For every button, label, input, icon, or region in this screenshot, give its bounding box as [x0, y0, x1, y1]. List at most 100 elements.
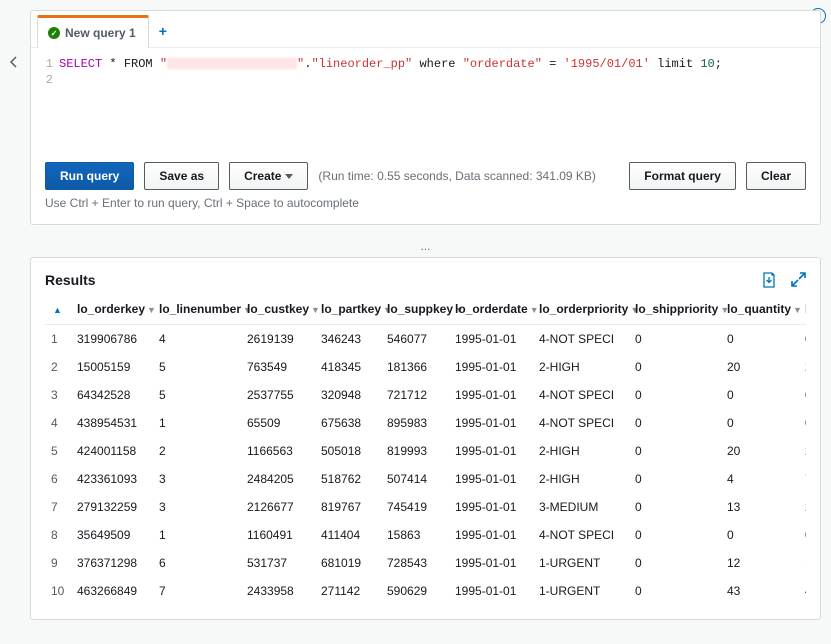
cell: 505018 — [315, 437, 381, 465]
cell: 1-URGENT — [533, 577, 629, 605]
cell: 0 — [629, 465, 721, 493]
col-lo_shippriority[interactable]: lo_shippriority▼ — [629, 294, 721, 325]
cell: 546077 — [381, 325, 449, 354]
cell: 11 — [799, 549, 806, 577]
cell: 0 — [799, 521, 806, 549]
tab-bar: ✓ New query 1 + — [31, 11, 820, 48]
cell: 0 — [721, 409, 799, 437]
cell: 4-NOT SPECI — [533, 521, 629, 549]
cell: 4-NOT SPECI — [533, 325, 629, 354]
cell: 411404 — [315, 521, 381, 549]
cell: 2433958 — [241, 577, 315, 605]
create-dropdown-button[interactable]: Create — [229, 162, 308, 190]
cell: 2-HIGH — [533, 353, 629, 381]
run-query-button[interactable]: Run query — [45, 162, 134, 190]
expand-icon[interactable] — [791, 272, 806, 288]
cell: 1995-01-01 — [449, 381, 533, 409]
cell: 0 — [799, 409, 806, 437]
cell: 418345 — [315, 353, 381, 381]
panel-resize-handle[interactable]: ... — [30, 239, 821, 257]
col-index[interactable]: ▲ — [45, 294, 71, 325]
cell: 0 — [629, 325, 721, 354]
table-row: 21500515957635494183451813661995-01-012-… — [45, 353, 806, 381]
table-row: 5424001158211665635050188199931995-01-01… — [45, 437, 806, 465]
check-circle-icon: ✓ — [48, 27, 60, 39]
cell: 3 — [153, 465, 241, 493]
cell: 7 — [45, 493, 71, 521]
cell: 25 — [799, 353, 806, 381]
cell: 1 — [45, 325, 71, 354]
cell: 20 — [721, 353, 799, 381]
cell: 13 — [721, 493, 799, 521]
col-lo_partkey[interactable]: lo_partkey▼ — [315, 294, 381, 325]
add-tab-button[interactable]: + — [149, 15, 177, 47]
col-lo_orderpriority[interactable]: lo_orderpriority▼ — [533, 294, 629, 325]
save-as-button[interactable]: Save as — [144, 162, 219, 190]
cell: 1995-01-01 — [449, 549, 533, 577]
cell: 2126677 — [241, 493, 315, 521]
col-lo_custkey[interactable]: lo_custkey▼ — [241, 294, 315, 325]
cell: 43 — [721, 577, 799, 605]
col-lo[interactable]: lo▼ — [799, 294, 806, 325]
cell: 9 — [45, 549, 71, 577]
query-editor-panel: ✓ New query 1 + 12 SELECT * FROM ""."lin… — [30, 10, 821, 225]
cell: 5 — [45, 437, 71, 465]
cell: 15005159 — [71, 353, 153, 381]
cell: 438954531 — [71, 409, 153, 437]
cell: 4 — [45, 409, 71, 437]
sort-icon: ▲ — [53, 305, 62, 315]
cell: 4-NOT SPECI — [533, 409, 629, 437]
run-stats: (Run time: 0.55 seconds, Data scanned: 3… — [318, 169, 596, 183]
cell: 10 — [45, 577, 71, 605]
cell: 2484205 — [241, 465, 315, 493]
redacted-schema — [167, 58, 297, 69]
results-title: Results — [45, 272, 96, 288]
cell: 320948 — [315, 381, 381, 409]
col-lo_orderdate[interactable]: lo_orderdate▼ — [449, 294, 533, 325]
cell: 1995-01-01 — [449, 437, 533, 465]
cell: 675638 — [315, 409, 381, 437]
sql-code[interactable]: SELECT * FROM ""."lineorder_pp" where "o… — [59, 54, 812, 148]
cell: 1995-01-01 — [449, 521, 533, 549]
cell: 1995-01-01 — [449, 465, 533, 493]
col-lo_suppkey[interactable]: lo_suppkey▼ — [381, 294, 449, 325]
query-tab-1[interactable]: ✓ New query 1 — [37, 15, 149, 48]
cell: 590629 — [381, 577, 449, 605]
cell: 1995-01-01 — [449, 493, 533, 521]
cell: 279132259 — [71, 493, 153, 521]
clear-button[interactable]: Clear — [746, 162, 806, 190]
col-lo_linenumber[interactable]: lo_linenumber▼ — [153, 294, 241, 325]
col-lo_orderkey[interactable]: lo_orderkey▼ — [71, 294, 153, 325]
col-lo_quantity[interactable]: lo_quantity▼ — [721, 294, 799, 325]
cell: 2 — [45, 353, 71, 381]
cell: 3-MEDIUM — [533, 493, 629, 521]
cell: 8 — [45, 521, 71, 549]
cell: 181366 — [381, 353, 449, 381]
results-panel: Results ▲ lo_orderkey▼lo_linenumber▼lo_cu… — [30, 257, 821, 620]
cell: 0 — [629, 577, 721, 605]
sql-editor[interactable]: 12 SELECT * FROM ""."lineorder_pp" where… — [31, 48, 820, 148]
table-row: 44389545311655096756388959831995-01-014-… — [45, 409, 806, 437]
chevron-down-icon — [285, 174, 293, 179]
cell: 2 — [153, 437, 241, 465]
cell: 0 — [629, 409, 721, 437]
cell: 1166563 — [241, 437, 315, 465]
table-row: 10463266849724339582711425906291995-01-0… — [45, 577, 806, 605]
cell: 0 — [629, 381, 721, 409]
table-row: 83564950911160491411404158631995-01-014-… — [45, 521, 806, 549]
format-query-button[interactable]: Format query — [629, 162, 736, 190]
cell: 271142 — [315, 577, 381, 605]
cell: 3 — [153, 493, 241, 521]
cell: 2619139 — [241, 325, 315, 354]
table-row: 7279132259321266778197677454191995-01-01… — [45, 493, 806, 521]
cell: 0 — [721, 521, 799, 549]
editor-toolbar: Run query Save as Create (Run time: 0.55… — [31, 148, 820, 196]
cell: 507414 — [381, 465, 449, 493]
cell: 20 — [799, 437, 806, 465]
cell: 0 — [629, 549, 721, 577]
download-csv-icon[interactable] — [761, 272, 777, 288]
cell: 65509 — [241, 409, 315, 437]
collapse-sidebar-handle[interactable] — [6, 50, 22, 74]
results-table: ▲lo_orderkey▼lo_linenumber▼lo_custkey▼lo… — [45, 294, 806, 605]
cell: 71 — [799, 465, 806, 493]
